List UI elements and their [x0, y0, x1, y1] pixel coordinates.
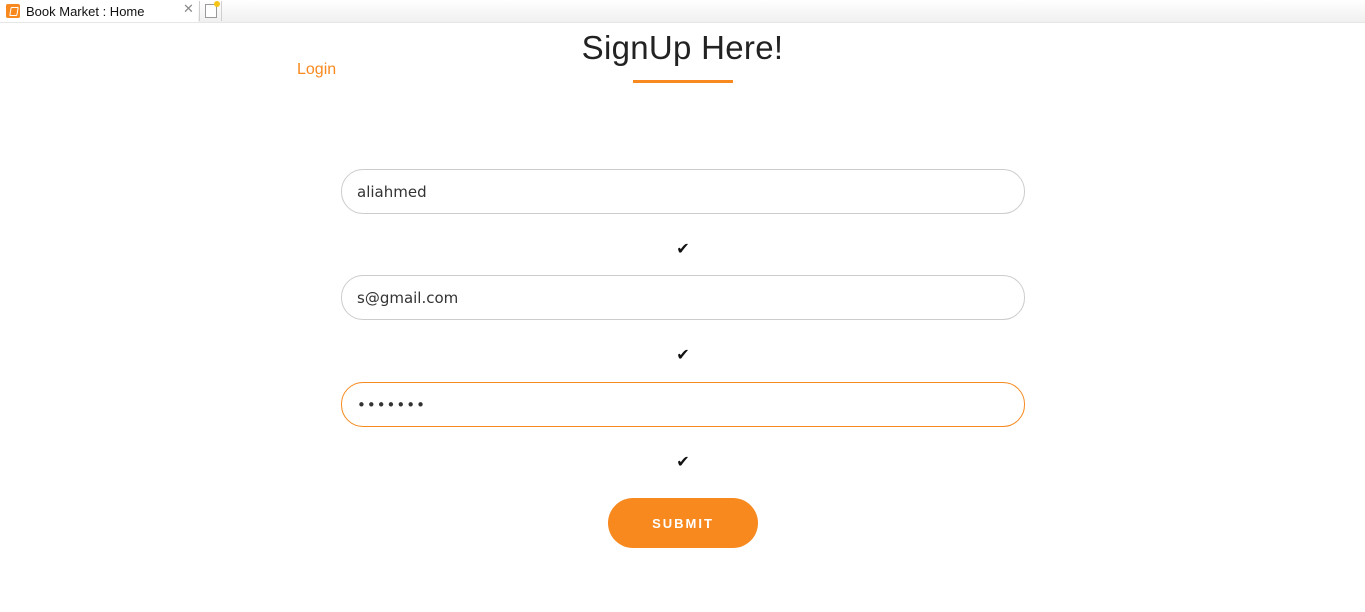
tab-title: Book Market : Home [26, 3, 145, 19]
password-valid-check-icon: ✔ [676, 452, 690, 471]
submit-button[interactable]: SUBMIT [608, 498, 758, 548]
new-tab-button[interactable] [199, 1, 222, 21]
email-field[interactable] [341, 275, 1025, 320]
password-field[interactable] [341, 382, 1025, 427]
title-underline [633, 80, 733, 83]
new-page-icon [204, 1, 220, 18]
username-valid-check-icon: ✔ [676, 239, 690, 258]
page-title: SignUp Here! [581, 29, 784, 66]
browser-tab[interactable]: Book Market : Home ✕ [0, 0, 198, 22]
email-valid-check-icon: ✔ [676, 345, 690, 364]
book-icon [6, 4, 20, 18]
username-field[interactable] [341, 169, 1025, 214]
close-icon[interactable]: ✕ [183, 3, 194, 17]
browser-tab-bar: Book Market : Home ✕ [0, 0, 1365, 23]
